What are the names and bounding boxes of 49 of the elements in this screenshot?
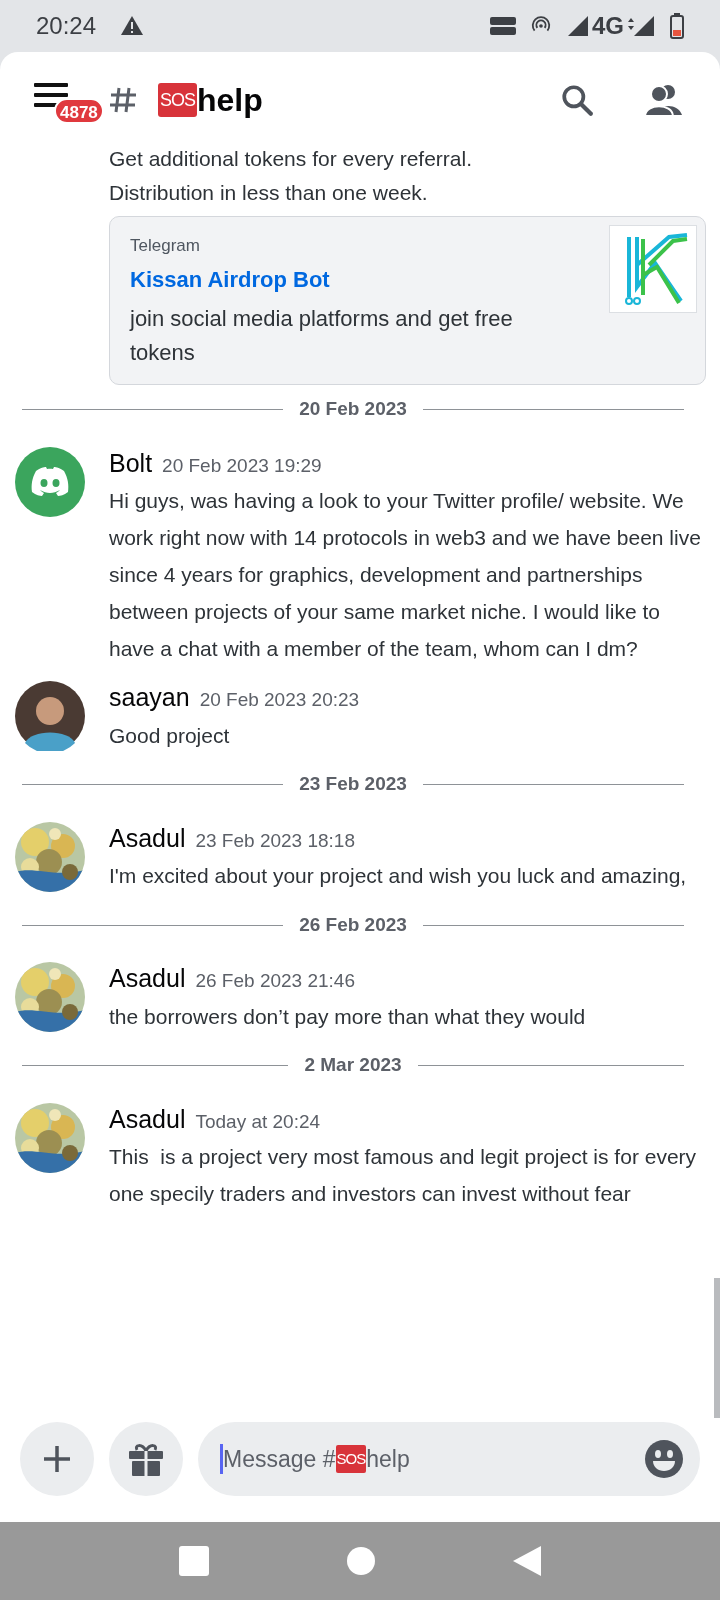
username[interactable]: Asadul — [109, 819, 186, 857]
message-text: I'm excited about your project and wish you luck and amazing, — [109, 863, 687, 889]
date-divider-label: 23 Feb 2023 — [298, 772, 408, 797]
placeholder-text: help — [366, 1444, 410, 1474]
sos-emoji: SOS — [158, 83, 197, 117]
message-text: This is a project very most famous and legit project is for every one specily traders and investors can invest without fear — [109, 1144, 698, 1207]
date-divider-label: 20 Feb 2023 — [298, 397, 408, 422]
avatar-icon — [15, 681, 85, 751]
message-timestamp: 20 Feb 2023 19:29 — [162, 453, 322, 478]
date-divider-label: 26 Feb 2023 — [298, 912, 408, 937]
date-divider-label: 2 Mar 2023 — [303, 1053, 403, 1078]
signal-icon — [568, 16, 588, 36]
search-icon[interactable] — [560, 83, 594, 117]
message-text: Distribution in less than one week. — [109, 180, 429, 206]
channel-title: help — [197, 81, 263, 120]
warning-icon — [120, 14, 145, 38]
sos-emoji: SOS — [335, 1445, 367, 1473]
message-field[interactable]: Message #SOShelp — [198, 1422, 700, 1496]
placeholder-text: Message # — [223, 1444, 336, 1474]
menu-icon[interactable] — [34, 82, 68, 108]
gift-icon — [128, 1441, 164, 1477]
unread-badge: 4878 — [54, 98, 104, 124]
plus-icon — [42, 1444, 72, 1474]
embed-description: join social media platforms and get free tokens — [130, 304, 514, 367]
discord-avatar-icon — [15, 446, 85, 517]
back-icon[interactable] — [513, 1546, 541, 1576]
message-text: Get additional tokens for every referral. — [109, 146, 473, 172]
network-type: 4G — [592, 11, 624, 41]
message-timestamp: 23 Feb 2023 18:18 — [195, 828, 355, 853]
status-time: 20:24 — [36, 11, 97, 41]
message-timestamp: 26 Feb 2023 21:46 — [195, 969, 355, 993]
emoji-icon[interactable] — [644, 1439, 684, 1479]
username[interactable]: saayan — [109, 679, 190, 717]
k-logo-icon — [609, 225, 697, 313]
username[interactable]: Bolt — [109, 444, 153, 482]
embed-provider: Telegram — [130, 235, 201, 257]
signal-icon — [628, 16, 654, 36]
battery-icon — [670, 13, 684, 39]
hash-icon — [108, 85, 138, 115]
message-text: Good project — [109, 722, 231, 749]
message-timestamp: Today at 20:24 — [195, 1109, 321, 1134]
embed-title-link[interactable]: Kissan Airdrop Bot — [130, 262, 609, 296]
message-text: Hi guys, was having a look to your Twitter profile/ website. We work right now with 14 protocols in web3 and we have been live since 4 years for graphics, development and partnerships between projects of your same market niche. I would like to have a chat with a member of the team, whom can I dm? — [109, 488, 702, 662]
home-icon[interactable] — [347, 1547, 375, 1575]
username[interactable]: Asadul — [109, 960, 186, 998]
username[interactable]: Asadul — [109, 1100, 186, 1138]
members-icon[interactable] — [644, 83, 684, 117]
message-timestamp: 20 Feb 2023 20:23 — [199, 688, 360, 712]
message-text: the borrowers don’t pay more than what they would — [109, 1003, 586, 1030]
